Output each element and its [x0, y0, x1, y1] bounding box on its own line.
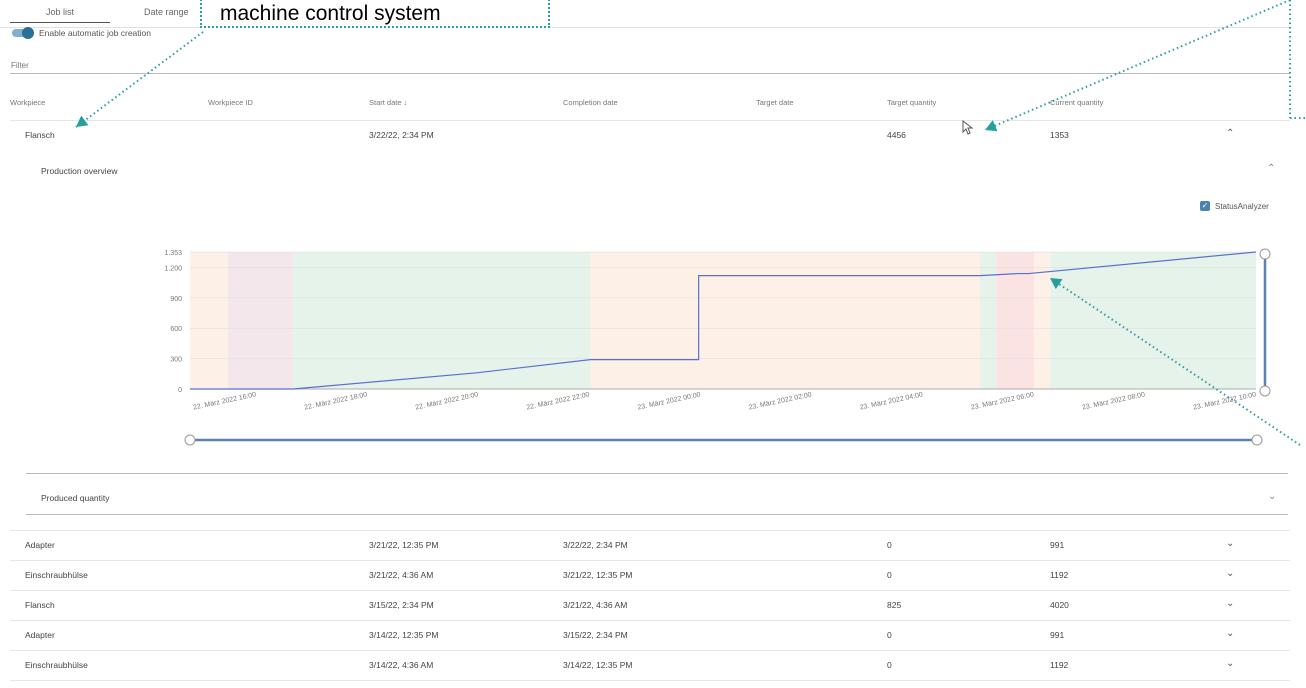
row-target-qty: 0: [887, 660, 892, 670]
annotation-arrow-workpiece: [75, 31, 204, 128]
row-completion-date: 3/21/22, 12:35 PM: [563, 570, 633, 580]
row-completion-date: 3/21/22, 4:36 AM: [563, 600, 628, 610]
row-workpiece: Einschraubhülse: [25, 570, 88, 580]
status-band: [1050, 252, 1256, 389]
status-band: [292, 252, 591, 389]
table-row[interactable]: [10, 560, 1290, 561]
status-band: [190, 252, 228, 389]
section-divider-bottom: [26, 514, 1288, 515]
row-workpiece: Adapter: [25, 630, 55, 640]
horizontal-slider-handle-left: [184, 434, 196, 446]
y-tick-label: 900: [170, 296, 182, 303]
x-tick-label: 22. März 2022 22:00: [526, 391, 590, 411]
table-row[interactable]: [10, 530, 1290, 531]
row-completion-date: 3/22/22, 2:34 PM: [563, 540, 628, 550]
horizontal-slider-handle-right: [1251, 434, 1263, 446]
row-start-date: 3/14/22, 4:36 AM: [369, 660, 434, 670]
row-completion-date: 3/14/22, 12:35 PM: [563, 660, 633, 670]
x-tick-label: 23. März 2022 08:00: [1081, 391, 1145, 411]
row-current-qty: 4020: [1050, 600, 1069, 610]
table-bottom-divider: [10, 680, 1290, 681]
production-chart: 0 300 600 900 1.200 1.353 22. März 2022 16:00…: [75, 0, 1306, 446]
expand-row-icon[interactable]: ⌄: [1226, 598, 1234, 609]
row-workpiece: Einschraubhülse: [25, 660, 88, 670]
y-tick-label: 1.200: [164, 265, 182, 272]
x-tick-label: 22. März 2022 16:00: [193, 391, 257, 411]
row-target-qty: 0: [887, 570, 892, 580]
x-tick-label: 23. März 2022 00:00: [637, 391, 701, 411]
section-divider: [26, 473, 1288, 474]
row-target-qty: 0: [887, 630, 892, 640]
status-band: [980, 252, 997, 389]
expand-row-icon[interactable]: ⌄: [1226, 568, 1234, 579]
row-start-date: 3/15/22, 2:34 PM: [369, 600, 434, 610]
row-current-qty: 1192: [1050, 660, 1069, 670]
expand-row-icon[interactable]: ⌄: [1226, 628, 1234, 639]
annotation-arrow-quantity: [984, 0, 1291, 131]
row-workpiece: Flansch: [25, 600, 55, 610]
table-row[interactable]: [10, 650, 1290, 651]
status-band: [996, 252, 1035, 389]
x-tick-label: 23. März 2022 02:00: [748, 391, 812, 411]
row-start-date: 3/14/22, 12:35 PM: [369, 630, 439, 640]
x-tick-label: 23. März 2022 04:00: [859, 391, 923, 411]
annotation-arrow-workpiece-head: [76, 115, 89, 127]
row-start-date: 3/21/22, 12:35 PM: [369, 540, 439, 550]
status-band: [227, 252, 293, 389]
x-tick-label: 22. März 2022 18:00: [304, 391, 368, 411]
row-workpiece: Adapter: [25, 540, 55, 550]
vertical-slider-handle-bottom: [1259, 385, 1271, 397]
produced-quantity-title[interactable]: Produced quantity: [41, 493, 110, 503]
y-tick-label: 1.353: [164, 250, 182, 257]
expand-row-icon[interactable]: ⌄: [1226, 538, 1234, 549]
status-band: [590, 252, 981, 389]
row-target-qty: 825: [887, 600, 902, 610]
x-tick-label: 23. März 2022 06:00: [970, 391, 1034, 411]
table-row[interactable]: [10, 590, 1290, 591]
table-row[interactable]: [10, 620, 1290, 621]
row-current-qty: 1192: [1050, 570, 1069, 580]
produced-quantity-expand-icon[interactable]: ⌄: [1268, 491, 1276, 502]
row-completion-date: 3/15/22, 2:34 PM: [563, 630, 628, 640]
y-tick-label: 0: [178, 387, 182, 394]
y-tick-label: 600: [170, 326, 182, 333]
expand-row-icon[interactable]: ⌄: [1226, 658, 1234, 669]
row-current-qty: 991: [1050, 540, 1065, 550]
x-tick-label: 22. März 2022 20:00: [415, 391, 479, 411]
vertical-slider-handle-top: [1259, 248, 1271, 260]
row-start-date: 3/21/22, 4:36 AM: [369, 570, 434, 580]
row-target-qty: 0: [887, 540, 892, 550]
row-current-qty: 991: [1050, 630, 1065, 640]
y-tick-label: 300: [170, 357, 182, 364]
